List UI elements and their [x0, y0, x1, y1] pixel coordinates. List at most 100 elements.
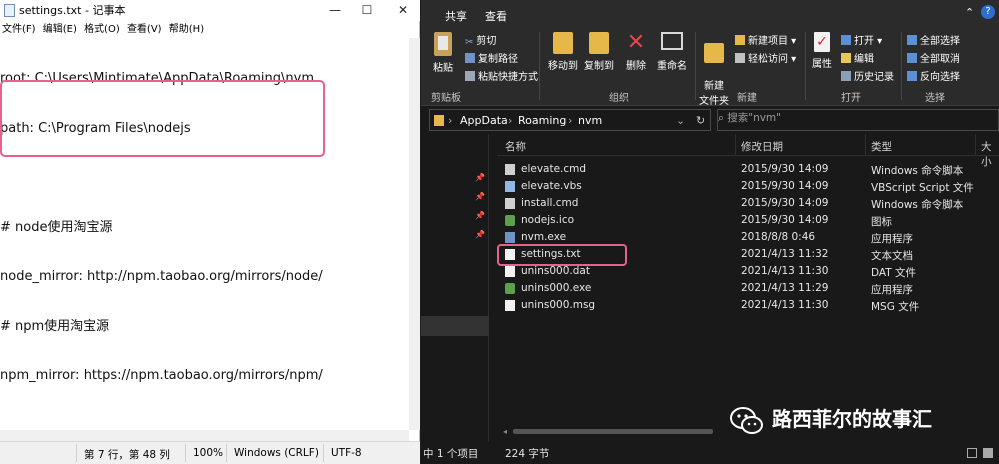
address-dropdown-icon[interactable]: ⌄ — [676, 114, 685, 127]
installer-icon — [505, 283, 515, 294]
notepad-window: settings.txt - 记事本 — ☐ ✕ 文件(F) 编辑(E) 格式(… — [0, 0, 420, 464]
explorer-statusbar: 中 1 个项目 224 字节 — [421, 442, 999, 464]
group-open: 打开 — [841, 93, 861, 104]
search-icon: ⌕ — [718, 112, 724, 124]
column-headers: 名称 修改日期 类型 大小 — [497, 134, 999, 168]
notepad-title: settings.txt - 记事本 — [19, 4, 126, 17]
folder-icon — [434, 115, 444, 126]
paste-shortcut-button[interactable]: 粘贴快捷方式 — [465, 68, 538, 83]
select-none-icon — [907, 53, 917, 63]
breadcrumb-appdata[interactable]: AppData — [460, 114, 508, 127]
chevron-right-icon: › — [448, 114, 453, 127]
notepad-menubar: 文件(F) 编辑(E) 格式(O) 查看(V) 帮助(H) — [0, 21, 420, 38]
text-line: node_mirror: http://npm.taobao.org/mirro… — [0, 269, 323, 284]
cut-button[interactable]: ✂ 剪切 — [465, 32, 496, 48]
text-line: # npm使用淘宝源 — [0, 318, 110, 334]
tab-share[interactable]: 共享 — [445, 8, 467, 24]
easy-access-button[interactable]: 轻松访问 ▾ — [735, 50, 796, 65]
pin-icon[interactable]: 📌 — [475, 192, 485, 202]
wechat-icon — [730, 406, 763, 434]
search-input[interactable]: ⌕ 搜索"nvm" — [717, 109, 999, 131]
address-row: › AppData › Roaming › nvm ⌄ ↻ ⌕ 搜索"nvm" — [421, 106, 999, 134]
open-button[interactable]: 打开 ▾ — [841, 32, 882, 47]
delete-icon: ✕ — [626, 30, 646, 55]
history-icon — [841, 71, 851, 81]
rename-button[interactable]: 重命名 — [655, 32, 689, 72]
easy-access-icon — [735, 53, 745, 63]
history-button[interactable]: 历史记录 — [841, 68, 894, 83]
open-icon — [841, 35, 851, 45]
pin-icon[interactable]: 📌 — [475, 230, 485, 240]
group-clipboard: 剪贴板 — [431, 93, 461, 104]
scroll-left-icon[interactable]: ◂ — [503, 427, 511, 436]
notepad-statusbar: 第 7 行，第 48 列 100% Windows (CRLF) UTF-8 — [0, 441, 420, 464]
copy-path-icon — [465, 53, 475, 63]
properties-icon: ✓ — [814, 32, 830, 52]
item-count: 中 1 个项目 — [423, 448, 479, 460]
refresh-icon[interactable]: ↻ — [696, 114, 705, 127]
rename-icon — [661, 32, 683, 50]
column-date[interactable]: 修改日期 — [741, 139, 783, 154]
text-line: # node使用淘宝源 — [0, 219, 113, 235]
ribbon-tabs: 共享 查看 ⌃ ? — [421, 0, 999, 28]
pin-icon[interactable]: 📌 — [475, 211, 485, 221]
breadcrumb-nvm[interactable]: nvm — [578, 114, 602, 127]
pin-icon[interactable]: 📌 — [475, 173, 485, 183]
file-row[interactable]: elevate.vbs 2015/9/30 14:09 VBScript Scr… — [497, 178, 999, 195]
address-bar[interactable]: › AppData › Roaming › nvm ⌄ ↻ — [429, 109, 711, 131]
maximize-button[interactable]: ☐ — [352, 0, 382, 21]
watermark: 路西菲尔的故事汇 — [730, 402, 932, 436]
select-all-button[interactable]: 全部选择 — [907, 32, 960, 47]
details-view-icon[interactable] — [967, 448, 977, 458]
close-button[interactable]: ✕ — [388, 0, 418, 21]
column-type[interactable]: 类型 — [871, 139, 892, 154]
file-row[interactable]: unins000.msg 2021/4/13 11:30 MSG 文件 — [497, 297, 999, 314]
properties-button[interactable]: ✓ 属性 — [809, 32, 835, 70]
copy-path-button[interactable]: 复制路径 — [465, 50, 518, 65]
collapse-ribbon-icon[interactable]: ⌃ — [965, 6, 974, 19]
column-name[interactable]: 名称 — [505, 139, 526, 154]
new-item-button[interactable]: 新建项目 ▾ — [735, 32, 796, 47]
breadcrumb-roaming[interactable]: Roaming — [518, 114, 566, 127]
mirror-config-highlight — [0, 80, 325, 157]
cmd-file-icon — [505, 198, 515, 209]
chevron-right-icon: › — [508, 114, 513, 127]
group-organize: 组织 — [609, 93, 629, 104]
large-icons-view-icon[interactable] — [983, 448, 993, 458]
paste-button[interactable]: 粘贴 — [429, 32, 457, 74]
copy-to-button[interactable]: 复制到 — [583, 32, 615, 72]
scroll-thumb[interactable] — [513, 429, 713, 434]
tab-view[interactable]: 查看 — [485, 8, 507, 24]
scissors-icon: ✂ — [465, 37, 474, 48]
menu-file[interactable]: 文件(F) — [0, 21, 38, 38]
file-list: 名称 修改日期 类型 大小 elevate.cmd 2015/9/30 14:0… — [497, 134, 999, 442]
file-row[interactable]: elevate.cmd 2015/9/30 14:09 Windows 命令脚本 — [497, 161, 999, 178]
file-row[interactable]: nodejs.ico 2015/9/30 14:09 图标 — [497, 212, 999, 229]
file-icon — [505, 266, 515, 277]
file-row[interactable]: unins000.exe 2021/4/13 11:29 应用程序 — [497, 280, 999, 297]
copy-to-icon — [589, 32, 609, 54]
settings-file-highlight — [497, 244, 627, 266]
explorer-window: 共享 查看 ⌃ ? 粘贴 ✂ 剪切 复制路径 粘贴快捷方式 剪贴板 移动到 复制到… — [421, 0, 999, 464]
invert-selection-button[interactable]: 反向选择 — [907, 68, 960, 83]
group-select: 选择 — [925, 93, 945, 104]
minimize-button[interactable]: — — [320, 0, 350, 21]
encoding: UTF-8 — [331, 447, 362, 459]
horizontal-scrollbar[interactable] — [0, 430, 409, 441]
edit-button[interactable]: 编辑 — [841, 50, 874, 65]
file-row[interactable]: install.cmd 2015/9/30 14:09 Windows 命令脚本 — [497, 195, 999, 212]
delete-button[interactable]: ✕ 删除 — [623, 30, 649, 73]
menu-format[interactable]: 格式(O) — [82, 21, 122, 38]
menu-help[interactable]: 帮助(H) — [167, 21, 206, 38]
selection-size: 224 字节 — [505, 448, 550, 460]
nav-selected-item[interactable] — [421, 316, 489, 336]
notepad-app-icon — [4, 4, 15, 17]
nodejs-icon — [505, 215, 515, 226]
menu-view[interactable]: 查看(V) — [125, 21, 164, 38]
paste-icon — [434, 32, 452, 56]
vertical-scrollbar[interactable] — [409, 38, 420, 430]
select-none-button[interactable]: 全部取消 — [907, 50, 960, 65]
menu-edit[interactable]: 编辑(E) — [41, 21, 79, 38]
help-icon[interactable]: ? — [981, 5, 995, 19]
move-to-button[interactable]: 移动到 — [547, 32, 579, 72]
